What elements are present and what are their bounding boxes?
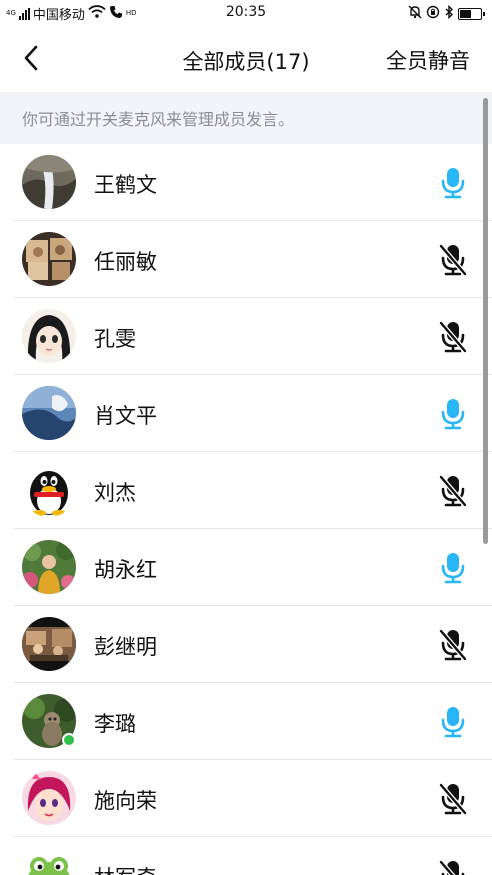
member-row[interactable]: 施向荣 (0, 760, 492, 837)
member-row[interactable]: 孔雯 (0, 298, 492, 375)
member-name: 任丽敏 (94, 250, 157, 274)
battery-icon (458, 8, 485, 20)
avatar (22, 463, 76, 517)
member-name: 王鹤文 (94, 173, 157, 197)
hint-text: 你可通过开关麦克风来管理成员发言。 (22, 110, 295, 129)
hint-banner: 你可通过开关麦克风来管理成员发言。 (0, 92, 492, 144)
member-row[interactable]: 王鹤文 (0, 144, 492, 221)
member-row[interactable]: 胡永红 (0, 529, 492, 606)
mic-off-icon[interactable] (438, 243, 468, 277)
speaking-badge-icon (62, 733, 76, 747)
mic-on-icon[interactable] (438, 705, 468, 739)
member-list: 王鹤文 任丽敏 孔雯 肖文平 刘杰 胡永红 彭继明 李璐 施向荣 (0, 144, 492, 875)
mic-off-icon[interactable] (438, 474, 468, 508)
member-row[interactable]: 任丽敏 (0, 221, 492, 298)
avatar (22, 386, 76, 440)
status-right (408, 4, 485, 23)
member-name: 孔雯 (94, 327, 136, 351)
member-name: 林军奇 (94, 862, 157, 875)
mic-on-icon[interactable] (438, 551, 468, 585)
member-row[interactable]: 刘杰 (0, 452, 492, 529)
avatar (22, 771, 76, 825)
member-name: 胡永红 (94, 558, 157, 582)
mic-on-icon[interactable] (438, 397, 468, 431)
member-name: 刘杰 (94, 481, 136, 505)
rotation-lock-icon (426, 5, 440, 23)
member-row[interactable]: 李璐 (0, 683, 492, 760)
member-name: 施向荣 (94, 789, 157, 813)
status-bar: 4G 中国移动 HD 20:35 (0, 0, 492, 26)
mic-on-icon[interactable] (438, 166, 468, 200)
mute-all-button[interactable]: 全员静音 (386, 45, 470, 75)
bluetooth-icon (444, 4, 454, 23)
mic-off-icon[interactable] (438, 782, 468, 816)
avatar (22, 309, 76, 363)
avatar (22, 155, 76, 209)
member-name: 彭继明 (94, 635, 157, 659)
scrollbar[interactable] (483, 98, 488, 544)
mute-bell-icon (408, 5, 422, 23)
mic-off-icon[interactable] (438, 859, 468, 875)
avatar (22, 540, 76, 594)
avatar (22, 848, 76, 875)
mic-off-icon[interactable] (438, 320, 468, 354)
nav-bar: 全部成员(17) 全员静音 (0, 26, 492, 92)
avatar (22, 617, 76, 671)
avatar (22, 232, 76, 286)
member-name: 肖文平 (94, 404, 157, 428)
member-row[interactable]: 彭继明 (0, 606, 492, 683)
member-name: 李璐 (94, 712, 136, 736)
member-row[interactable]: 林军奇 (0, 837, 492, 875)
member-row[interactable]: 肖文平 (0, 375, 492, 452)
mic-off-icon[interactable] (438, 628, 468, 662)
